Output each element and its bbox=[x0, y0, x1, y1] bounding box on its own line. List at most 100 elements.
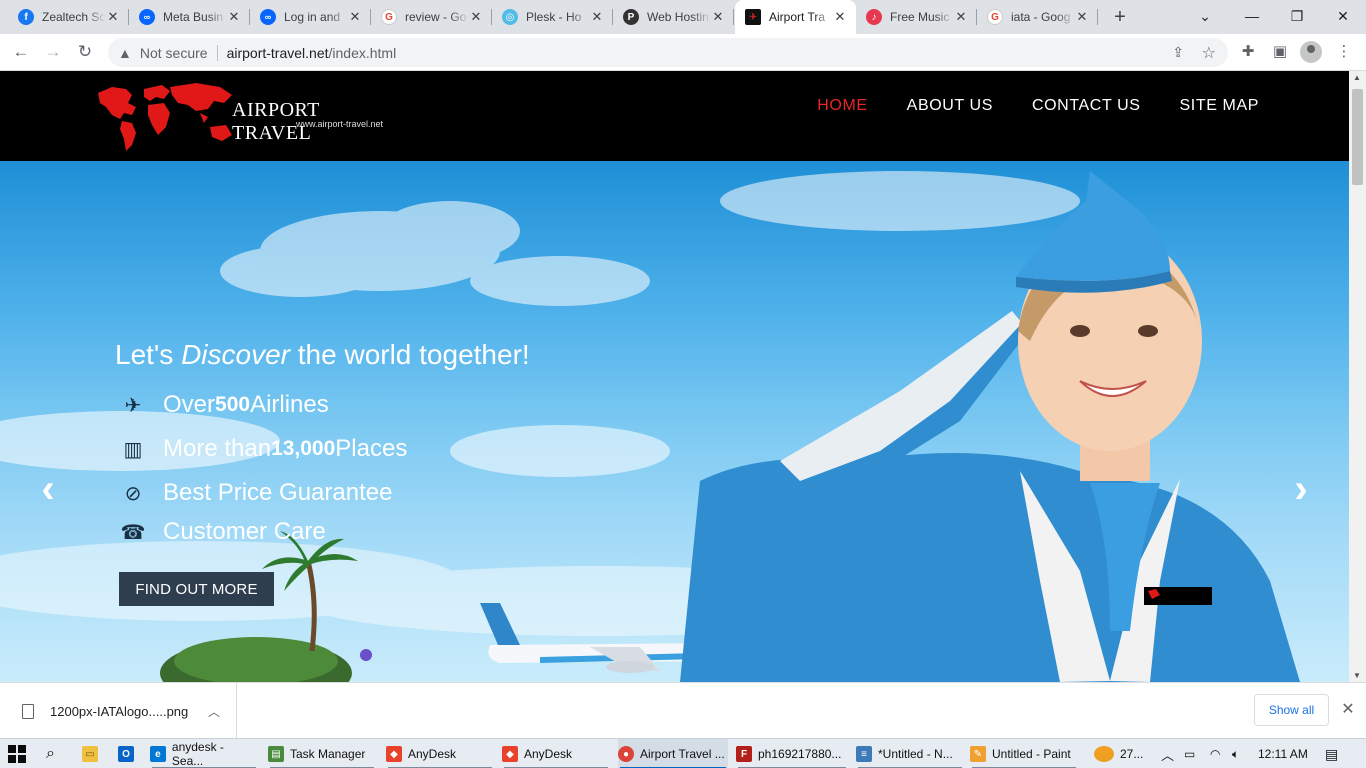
find-out-more-button[interactable]: FIND OUT MORE bbox=[119, 572, 274, 606]
download-bar: 1200px-IATAlogo.....png ︿ Show all ✕ bbox=[0, 682, 1366, 739]
feature-places: ▥ More than 13,000 Places bbox=[118, 435, 408, 463]
back-icon[interactable]: ← bbox=[8, 39, 34, 65]
browser-tab[interactable]: ◎ Plesk - Ho ✕ bbox=[492, 0, 613, 34]
nav-contact-us[interactable]: CONTACT US bbox=[1032, 97, 1141, 115]
volume-icon[interactable]: 🔈︎ bbox=[1232, 739, 1239, 768]
new-tab-button[interactable]: + bbox=[1108, 5, 1132, 29]
slider-next-icon[interactable]: › bbox=[1286, 469, 1316, 509]
browser-tab[interactable]: P Web Hostin ✕ bbox=[613, 0, 734, 34]
url-text[interactable]: airport-travel.net/index.html bbox=[227, 45, 397, 61]
share-icon[interactable]: ⇪ bbox=[1172, 44, 1184, 61]
show-all-button[interactable]: Show all bbox=[1254, 694, 1329, 726]
chrome-icon: ● bbox=[618, 746, 634, 762]
page-scrollbar[interactable]: ▲ ▼ bbox=[1349, 71, 1366, 682]
site-logo[interactable]: AIRPORT TRAVEL www.airport-travel.net bbox=[92, 79, 392, 155]
taskbar-item[interactable]: ✎ Untitled - Paint bbox=[970, 739, 1078, 768]
start-button[interactable] bbox=[8, 739, 26, 768]
browser-tab[interactable]: f Zealtech Sc ✕ bbox=[8, 0, 129, 34]
close-tab-icon[interactable]: ✕ bbox=[226, 9, 242, 25]
taskbar-item-active[interactable]: ● Airport Travel ... bbox=[618, 739, 728, 768]
tab-title: Airport Tra bbox=[769, 10, 826, 24]
page-viewport: AIRPORT TRAVEL www.airport-travel.net HO… bbox=[0, 71, 1349, 682]
tab-title: Log in and bbox=[284, 10, 341, 24]
file-icon bbox=[22, 703, 34, 719]
browser-tab-strip: f Zealtech Sc ✕ ∞ Meta Busin ✕ ∞ Log in … bbox=[0, 0, 1366, 34]
nav-about-us[interactable]: ABOUT US bbox=[907, 97, 993, 115]
hero-headline: Let's Discover the world together! bbox=[115, 339, 530, 370]
address-bar[interactable]: ▲ Not secure airport-travel.net/index.ht… bbox=[108, 38, 1228, 67]
wifi-icon[interactable]: ◠ bbox=[1210, 739, 1220, 768]
slider-prev-icon[interactable]: ‹ bbox=[33, 469, 63, 509]
main-nav: HOME ABOUT US CONTACT US SITE MAP bbox=[817, 97, 1259, 115]
warning-icon[interactable]: ▲ bbox=[118, 45, 132, 61]
taskbar-item[interactable]: ◆ AnyDesk bbox=[502, 739, 610, 768]
scroll-down-icon[interactable]: ▼ bbox=[1353, 671, 1361, 680]
file-explorer-icon[interactable]: ▭ bbox=[82, 739, 104, 768]
outlook-icon[interactable]: O bbox=[118, 739, 140, 768]
browser-tab[interactable]: ∞ Meta Busin ✕ bbox=[129, 0, 250, 34]
download-file-name[interactable]: 1200px-IATAlogo.....png bbox=[50, 704, 188, 719]
browser-tab[interactable]: G iata - Goog ✕ bbox=[977, 0, 1098, 34]
download-item[interactable]: 1200px-IATAlogo.....png ︿ bbox=[0, 683, 237, 739]
battery-icon[interactable]: ▭ bbox=[1184, 739, 1195, 768]
clock[interactable]: 12:11 AM bbox=[1258, 739, 1308, 768]
close-tab-icon[interactable]: ✕ bbox=[1074, 9, 1090, 25]
feature-customer-care: ☎ Customer Care bbox=[118, 518, 326, 546]
nav-site-map[interactable]: SITE MAP bbox=[1180, 97, 1259, 115]
close-tab-icon[interactable]: ✕ bbox=[953, 9, 969, 25]
reload-icon[interactable]: ↻ bbox=[72, 39, 98, 65]
meta-icon: ∞ bbox=[260, 9, 276, 25]
taskbar-item[interactable]: ≡ *Untitled - N... bbox=[856, 739, 964, 768]
restore-icon[interactable]: ❐ bbox=[1284, 3, 1310, 29]
task-manager-icon: ▤ bbox=[268, 746, 284, 762]
browser-toolbar: ← → ↻ ▲ Not secure airport-travel.net/in… bbox=[0, 34, 1366, 71]
tab-title: Web Hostin bbox=[647, 10, 709, 24]
feature-airlines: ✈ Over 500 Airlines bbox=[118, 391, 329, 419]
close-tab-icon[interactable]: ✕ bbox=[347, 9, 363, 25]
bookmark-star-icon[interactable]: ☆ bbox=[1202, 43, 1216, 63]
check-circle-icon: ⊘ bbox=[124, 482, 142, 505]
profile-avatar-icon[interactable] bbox=[1300, 41, 1322, 63]
close-tab-icon[interactable]: ✕ bbox=[468, 9, 484, 25]
browser-tab[interactable]: ∞ Log in and ✕ bbox=[250, 0, 371, 34]
browser-tab[interactable]: ♪ Free Music ✕ bbox=[856, 0, 977, 34]
meta-icon: ∞ bbox=[139, 9, 155, 25]
filezilla-icon: F bbox=[736, 746, 752, 762]
close-download-bar-icon[interactable]: ✕ bbox=[1339, 699, 1357, 719]
weather-widget[interactable]: 27... bbox=[1094, 739, 1143, 768]
notifications-icon[interactable]: ▤ bbox=[1325, 739, 1338, 768]
show-hidden-icons-icon[interactable]: ︿ bbox=[1161, 739, 1174, 768]
close-tab-icon[interactable]: ✕ bbox=[105, 9, 121, 25]
taskbar-item[interactable]: Fph169217880... bbox=[736, 739, 848, 768]
world-map-logo-icon bbox=[98, 83, 232, 151]
facebook-icon: f bbox=[18, 9, 34, 25]
tab-title: Zealtech Sc bbox=[42, 10, 106, 24]
chevron-up-icon[interactable]: ︿ bbox=[208, 703, 220, 720]
search-icon[interactable]: ⌕ bbox=[46, 739, 55, 768]
taskbar-item[interactable]: ◆ AnyDesk bbox=[386, 739, 494, 768]
browser-tab[interactable]: G review - Go ✕ bbox=[371, 0, 492, 34]
close-tab-icon[interactable]: ✕ bbox=[832, 9, 848, 25]
extensions-icon[interactable]: ✚ bbox=[1236, 40, 1260, 64]
scrollbar-thumb[interactable] bbox=[1352, 89, 1363, 185]
minimize-icon[interactable]: — bbox=[1239, 3, 1265, 29]
nav-home[interactable]: HOME bbox=[817, 97, 867, 115]
taskbar-item[interactable]: e anydesk - Sea... bbox=[150, 739, 258, 768]
taskbar-item[interactable]: ▤ Task Manager bbox=[268, 739, 376, 768]
side-panel-icon[interactable]: ▣ bbox=[1268, 40, 1292, 64]
brand-url: www.airport-travel.net bbox=[296, 119, 384, 129]
google-icon: G bbox=[987, 9, 1003, 25]
close-tab-icon[interactable]: ✕ bbox=[589, 9, 605, 25]
scroll-up-icon[interactable]: ▲ bbox=[1353, 73, 1361, 82]
feature-price-guarantee: ⊘ Best Price Guarantee bbox=[118, 479, 393, 507]
menu-icon[interactable]: ⋮ bbox=[1332, 40, 1356, 64]
security-label[interactable]: Not secure bbox=[140, 45, 208, 61]
forward-icon[interactable]: → bbox=[40, 39, 66, 65]
tab-title: iata - Goog bbox=[1011, 10, 1071, 24]
paint-icon: ✎ bbox=[970, 746, 986, 762]
close-tab-icon[interactable]: ✕ bbox=[710, 9, 726, 25]
browser-tab-active[interactable]: ✈ Airport Tra ✕ bbox=[735, 0, 856, 34]
web-hosting-icon: P bbox=[623, 9, 639, 25]
close-window-icon[interactable]: ✕ bbox=[1330, 3, 1356, 29]
tab-search-icon[interactable]: ⌄ bbox=[1192, 3, 1218, 29]
